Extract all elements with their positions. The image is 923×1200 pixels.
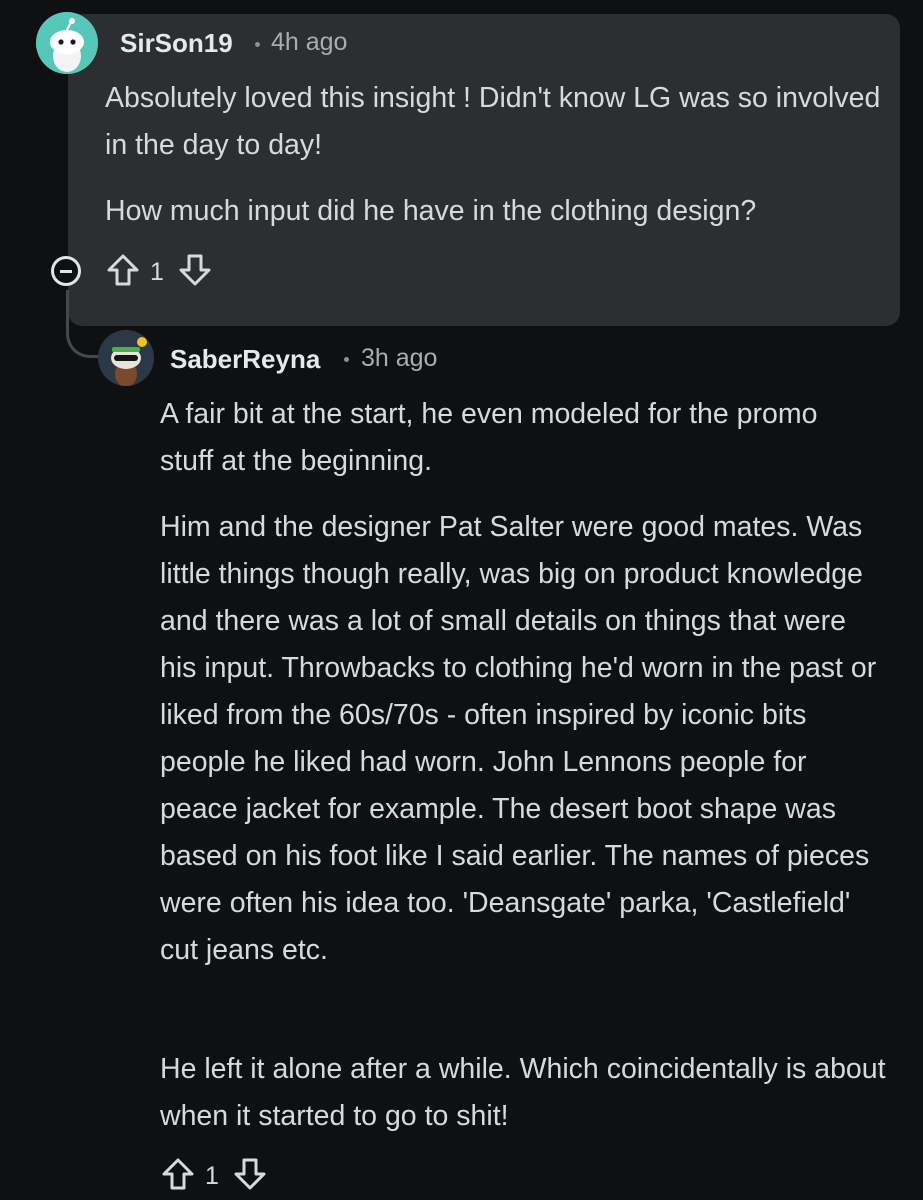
downvote-arrow-icon[interactable] (232, 1156, 268, 1192)
user-avatar[interactable] (36, 12, 98, 74)
vote-count: 1 (150, 258, 164, 286)
comment-timestamp: 4h ago (271, 28, 348, 56)
comment-body-paragraph: A fair bit at the start, he even modeled… (160, 398, 818, 477)
separator-dot (255, 42, 260, 47)
separator-dot (344, 357, 349, 362)
upvote-arrow-icon[interactable] (105, 252, 141, 288)
comment-body-paragraph: Him and the designer Pat Salter were goo… (160, 511, 877, 966)
thread-connector-line (66, 290, 102, 358)
vote-count: 1 (205, 1162, 219, 1190)
user-avatar[interactable] (98, 330, 154, 386)
downvote-arrow-icon[interactable] (177, 252, 213, 288)
comment-timestamp: 3h ago (361, 344, 438, 372)
upvote-arrow-icon[interactable] (160, 1156, 196, 1192)
collapse-minus-icon[interactable] (51, 256, 81, 286)
comment-body-paragraph: How much input did he have in the clothi… (105, 195, 757, 227)
comment-body-paragraph: He left it alone after a while. Which co… (160, 1053, 886, 1132)
comment-username[interactable]: SirSon19 (120, 28, 233, 59)
comment-body-paragraph: Absolutely loved this insight ! Didn't k… (105, 82, 881, 161)
snoo-avatar-icon (98, 330, 154, 386)
snoo-avatar-icon (36, 12, 98, 74)
comment-thread: SirSon19 4h ago Absolutely loved this in… (0, 0, 923, 1200)
comment-username[interactable]: SaberReyna (170, 344, 320, 375)
